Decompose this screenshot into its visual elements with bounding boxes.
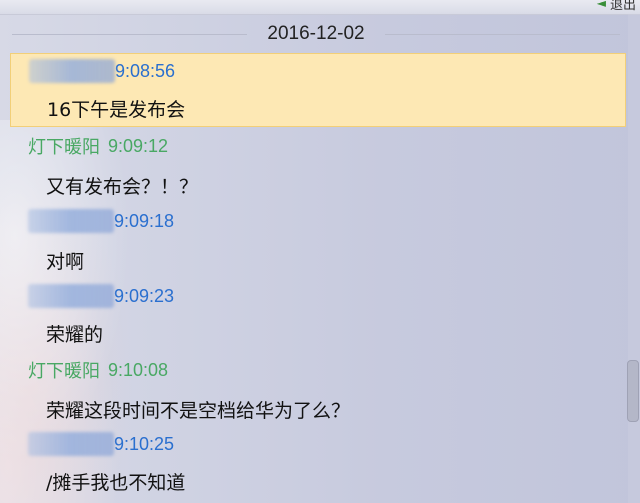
top-toolbar: ◄ 退出 — [0, 0, 640, 15]
message-time: 9:09:23 — [114, 285, 175, 306]
message-header: 9:09:23 — [28, 284, 174, 308]
back-arrow-icon: ◄ — [596, 0, 606, 10]
sender-name[interactable]: 灯下暖阳 — [28, 357, 100, 383]
scrollbar[interactable] — [627, 14, 640, 503]
sender-name[interactable]: 灯下暖阳 — [28, 133, 100, 159]
blurred-sender-name — [28, 432, 114, 456]
message-time: 9:10:25 — [114, 433, 175, 454]
divider — [12, 33, 248, 35]
message-time: 9:09:12 — [108, 135, 169, 156]
message-text: /摊手我也不知道 — [46, 472, 186, 494]
divider — [384, 33, 621, 35]
message-text: 荣耀的 — [46, 324, 104, 346]
message-time: 9:09:18 — [114, 210, 175, 231]
message-time: 9:10:08 — [108, 359, 169, 380]
exit-label: 退出 — [609, 0, 636, 13]
message-header: 9:09:18 — [28, 209, 174, 233]
message-text: 16下午是发布会 — [47, 99, 186, 121]
date-separator: 2016-12-02 — [0, 20, 632, 48]
message-item[interactable]: 9:09:18 对啊 — [10, 206, 624, 276]
message-time: 9:08:56 — [115, 60, 176, 81]
message-item[interactable]: 9:10:25 /摊手我也不知道 — [10, 430, 624, 500]
message-text: 荣耀这段时间不是空档给华为了么？ — [46, 400, 351, 422]
message-header: 9:08:56 — [29, 59, 175, 83]
blurred-sender-name — [28, 284, 114, 308]
message-header: 灯下暖阳 9:09:12 — [28, 134, 168, 158]
message-text: 对啊 — [46, 251, 85, 273]
blurred-sender-name — [29, 59, 115, 83]
blurred-sender-name — [28, 209, 114, 233]
scrollbar-thumb[interactable] — [627, 360, 639, 422]
message-item[interactable]: 9:09:23 荣耀的 — [10, 282, 624, 352]
message-item[interactable]: 9:08:56 16下午是发布会 — [10, 53, 626, 127]
message-item[interactable]: 灯下暖阳 9:09:12 又有发布会？！？ — [10, 132, 624, 202]
exit-button[interactable]: ◄ 退出 — [596, 0, 636, 13]
chat-window: ◄ 退出 2016-12-02 9:08:56 16下午是发布会 灯下暖阳 9:… — [0, 0, 640, 503]
message-header: 灯下暖阳 9:10:08 — [28, 358, 168, 382]
message-text: 又有发布会？！？ — [46, 176, 199, 198]
date-label: 2016-12-02 — [267, 23, 365, 44]
message-header: 9:10:25 — [28, 432, 174, 456]
message-item[interactable]: 灯下暖阳 9:10:08 荣耀这段时间不是空档给华为了么？ — [10, 356, 624, 426]
